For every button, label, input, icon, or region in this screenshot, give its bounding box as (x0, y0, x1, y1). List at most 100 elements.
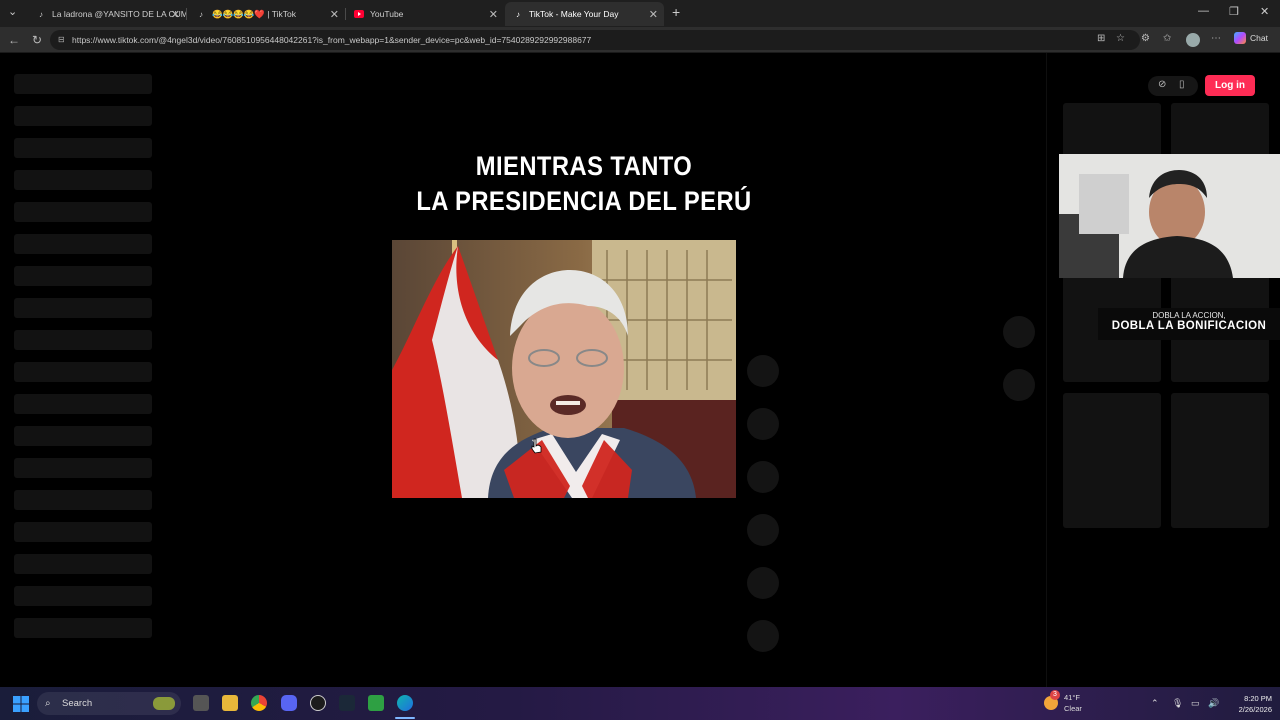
close-tab-icon[interactable]: ✕ (171, 8, 180, 21)
video-caption: MIENTRAS TANTO LA PRESIDENCIA DEL PERÚ (352, 149, 817, 219)
caption-line-1: MIENTRAS TANTO (475, 151, 693, 181)
tab-list-icon[interactable]: ⌄ (8, 5, 17, 18)
site-info-icon[interactable]: ⊟ (58, 30, 65, 50)
microphone-icon[interactable]: 🎙 (1172, 698, 1183, 709)
hand-cursor-icon (531, 438, 542, 454)
youtube-icon (354, 9, 364, 19)
coins-icon[interactable]: ⊘ (1158, 79, 1166, 90)
url-field[interactable]: ⊟ https://www.tiktok.com/@4ngel3d/video/… (50, 30, 1140, 50)
device-icon[interactable]: ▯ (1179, 79, 1185, 90)
skeleton-row (14, 426, 152, 446)
address-bar-row: ← ↻ ⊟ https://www.tiktok.com/@4ngel3d/vi… (0, 27, 1280, 53)
skeleton-row (14, 298, 152, 318)
weather-temp: 41°F (1064, 693, 1080, 702)
browser-tabstrip: ⌄ ♪ La ladrona @YANSITO DE LA CUMBIA ✕ ♪… (0, 0, 1280, 27)
music-button[interactable] (747, 567, 779, 599)
previous-video-button[interactable] (1003, 316, 1035, 348)
comment-button[interactable] (747, 408, 779, 440)
favorites-icon[interactable]: ✩ (1163, 33, 1171, 44)
more-actions-button[interactable] (747, 620, 779, 652)
top-tools: ⊘ ▯ (1148, 76, 1198, 96)
favorite-button[interactable] (747, 461, 779, 493)
volume-icon[interactable]: 🔊 (1208, 698, 1219, 709)
weather-condition: Clear (1064, 704, 1082, 713)
tab-title: 😂😂😂😂❤️ | TikTok (212, 8, 296, 19)
streamer-webcam-image (1059, 154, 1280, 278)
steam-icon[interactable] (339, 695, 355, 711)
skeleton-row (14, 522, 152, 542)
new-tab-icon[interactable]: + (672, 4, 680, 20)
tab-youtube[interactable]: YouTube ✕ (346, 2, 504, 26)
tab-tiktok-make-your-day[interactable]: ♪ TikTok - Make Your Day ✕ (505, 2, 664, 26)
app-icon[interactable] (310, 695, 326, 711)
share-button[interactable] (747, 514, 779, 546)
webcam-overlay (1059, 154, 1280, 278)
file-explorer-icon[interactable] (222, 695, 238, 711)
extensions-icon[interactable]: ⚙ (1141, 33, 1150, 44)
tab-title: TikTok - Make Your Day (529, 9, 619, 19)
promo-line-2: DOBLA LA BONIFICACION (1111, 320, 1267, 332)
notepad-icon[interactable] (368, 695, 384, 711)
chrome-icon[interactable] (251, 695, 267, 711)
more-menu-icon[interactable]: ⋯ (1211, 33, 1221, 44)
weather-widget[interactable]: 41°F Clear (1064, 692, 1082, 714)
skeleton-row (14, 586, 152, 606)
skeleton-row (14, 394, 152, 414)
minimize-icon[interactable]: — (1198, 5, 1209, 17)
skeleton-row (14, 106, 152, 126)
skeleton-row (14, 554, 152, 574)
tiktok-icon: ♪ (199, 9, 203, 19)
login-button[interactable]: Log in (1205, 75, 1255, 96)
video-frame-image (392, 240, 736, 498)
windows-start-icon[interactable] (13, 696, 29, 712)
close-tab-icon[interactable]: ✕ (649, 8, 658, 21)
windows-taskbar: ⌕ Search 3 41°F Clear ⌃ 🎙 ▭ 🔊 8:20 PM 2/… (0, 687, 1280, 720)
url-text: https://www.tiktok.com/@4ngel3d/video/76… (72, 35, 592, 45)
tiktok-icon: ♪ (39, 9, 43, 19)
promo-banner: DOBLA LA ACCION, DOBLA LA BONIFICACION (1098, 308, 1280, 340)
skeleton-row (14, 266, 152, 286)
close-window-icon[interactable]: ✕ (1260, 5, 1269, 18)
tab-tiktok-emoji[interactable]: ♪ 😂😂😂😂❤️ | TikTok ✕ (188, 2, 345, 26)
tab-separator (186, 8, 187, 20)
task-view-icon[interactable] (193, 695, 209, 711)
tab-la-ladrona[interactable]: ♪ La ladrona @YANSITO DE LA CUMBIA ✕ (28, 2, 186, 26)
right-panel: ⊘ ▯ (1046, 53, 1280, 687)
taskbar-search[interactable]: ⌕ Search (37, 692, 181, 715)
chat-label: Chat (1250, 33, 1268, 43)
skeleton-row (14, 138, 152, 158)
skeleton-row (14, 202, 152, 222)
show-hidden-icons[interactable]: ⌃ (1151, 698, 1159, 709)
close-tab-icon[interactable]: ✕ (330, 8, 339, 21)
app-available-icon[interactable]: ⊞ (1097, 33, 1105, 44)
skeleton-row (14, 458, 152, 478)
restore-icon[interactable]: ❐ (1229, 5, 1239, 18)
active-app-indicator (395, 717, 415, 719)
skeleton-row (14, 490, 152, 510)
edge-icon[interactable] (397, 695, 413, 711)
favorite-star-icon[interactable]: ☆ (1116, 33, 1125, 44)
caption-line-2: LA PRESIDENCIA DEL PERÚ (416, 186, 752, 216)
profile-avatar[interactable] (1186, 33, 1200, 47)
network-icon[interactable]: ▭ (1191, 698, 1200, 709)
notification-badge: 3 (1050, 690, 1060, 700)
skeleton-row (14, 618, 152, 638)
tab-title: La ladrona @YANSITO DE LA CUMBIA (52, 9, 186, 19)
skeleton-row (14, 234, 152, 254)
skeleton-row (14, 74, 152, 94)
promo-line-1: DOBLA LA ACCION, (1152, 311, 1226, 320)
close-tab-icon[interactable]: ✕ (489, 8, 498, 21)
search-highlight-icon (153, 697, 175, 710)
refresh-icon[interactable]: ↻ (32, 33, 42, 47)
next-video-button[interactable] (1003, 369, 1035, 401)
skeleton-row (14, 330, 152, 350)
like-button[interactable] (747, 355, 779, 387)
clock-time: 8:20 PM (1244, 694, 1272, 703)
skeleton-row (14, 362, 152, 382)
search-icon: ⌕ (45, 698, 51, 709)
copilot-chat-button[interactable]: Chat (1234, 32, 1268, 44)
back-icon[interactable]: ← (8, 33, 20, 47)
discord-icon[interactable] (281, 695, 297, 711)
copilot-icon (1234, 32, 1246, 44)
taskbar-clock[interactable]: 8:20 PM 2/26/2026 (1226, 693, 1272, 715)
